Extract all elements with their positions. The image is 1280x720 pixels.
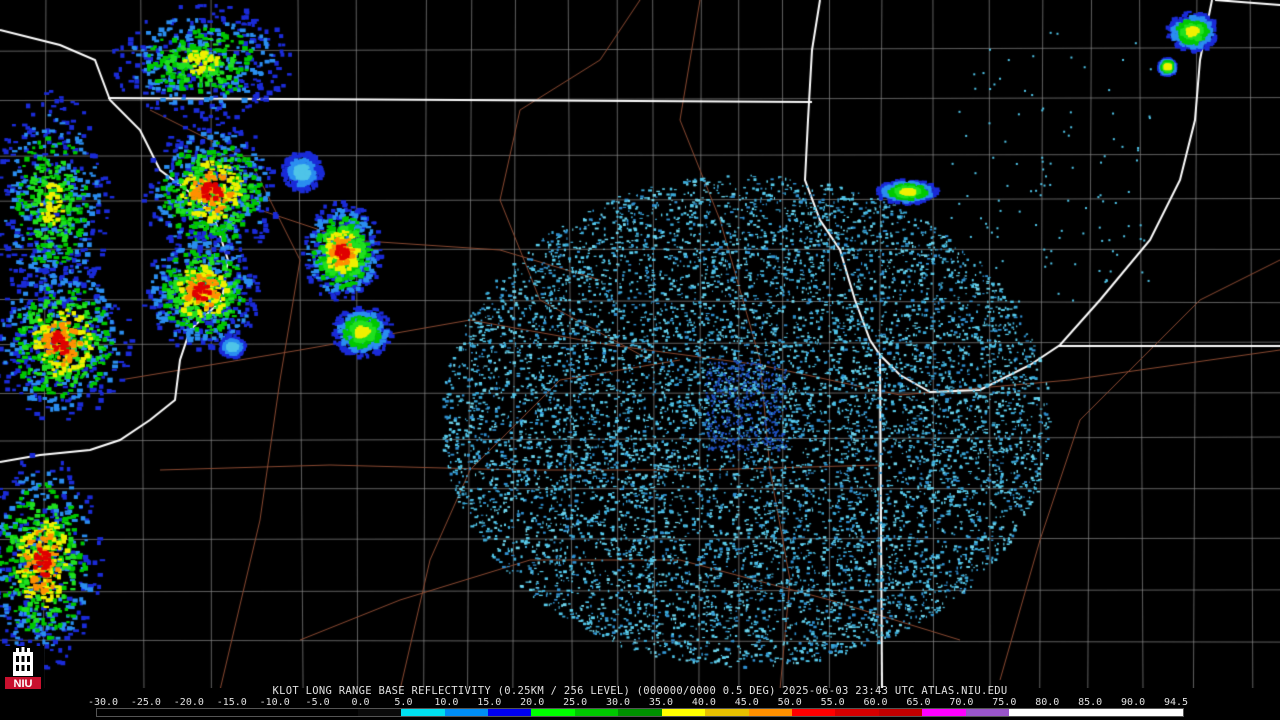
scale-swatch (574, 709, 619, 716)
scale-swatch (227, 709, 271, 716)
scale-swatch (444, 709, 488, 716)
scale-swatch (1096, 709, 1140, 716)
scale-swatch (618, 709, 662, 716)
scale-swatch (1009, 709, 1053, 716)
scale-swatch (878, 709, 923, 716)
scale-swatch (1139, 709, 1183, 716)
scale-swatch (531, 709, 575, 716)
scale-swatch (922, 709, 966, 716)
scale-swatch (792, 709, 836, 716)
scale-swatch (705, 709, 749, 716)
scale-swatch (140, 709, 184, 716)
scale-swatch (661, 709, 706, 716)
color-scale-bar (96, 708, 1184, 717)
scale-swatch (748, 709, 792, 716)
scale-swatch (314, 709, 358, 716)
scale-swatch (270, 709, 315, 716)
scale-swatch (401, 709, 445, 716)
scale-swatch (965, 709, 1010, 716)
scale-swatch (487, 709, 532, 716)
radar-map (0, 0, 1280, 688)
product-caption: KLOT LONG RANGE BASE REFLECTIVITY (0.25K… (272, 685, 1008, 697)
scale-swatch (357, 709, 402, 716)
scale-swatch (1052, 709, 1097, 716)
scale-swatch (183, 709, 228, 716)
scale-swatch (97, 709, 141, 716)
scale-swatch (835, 709, 879, 716)
